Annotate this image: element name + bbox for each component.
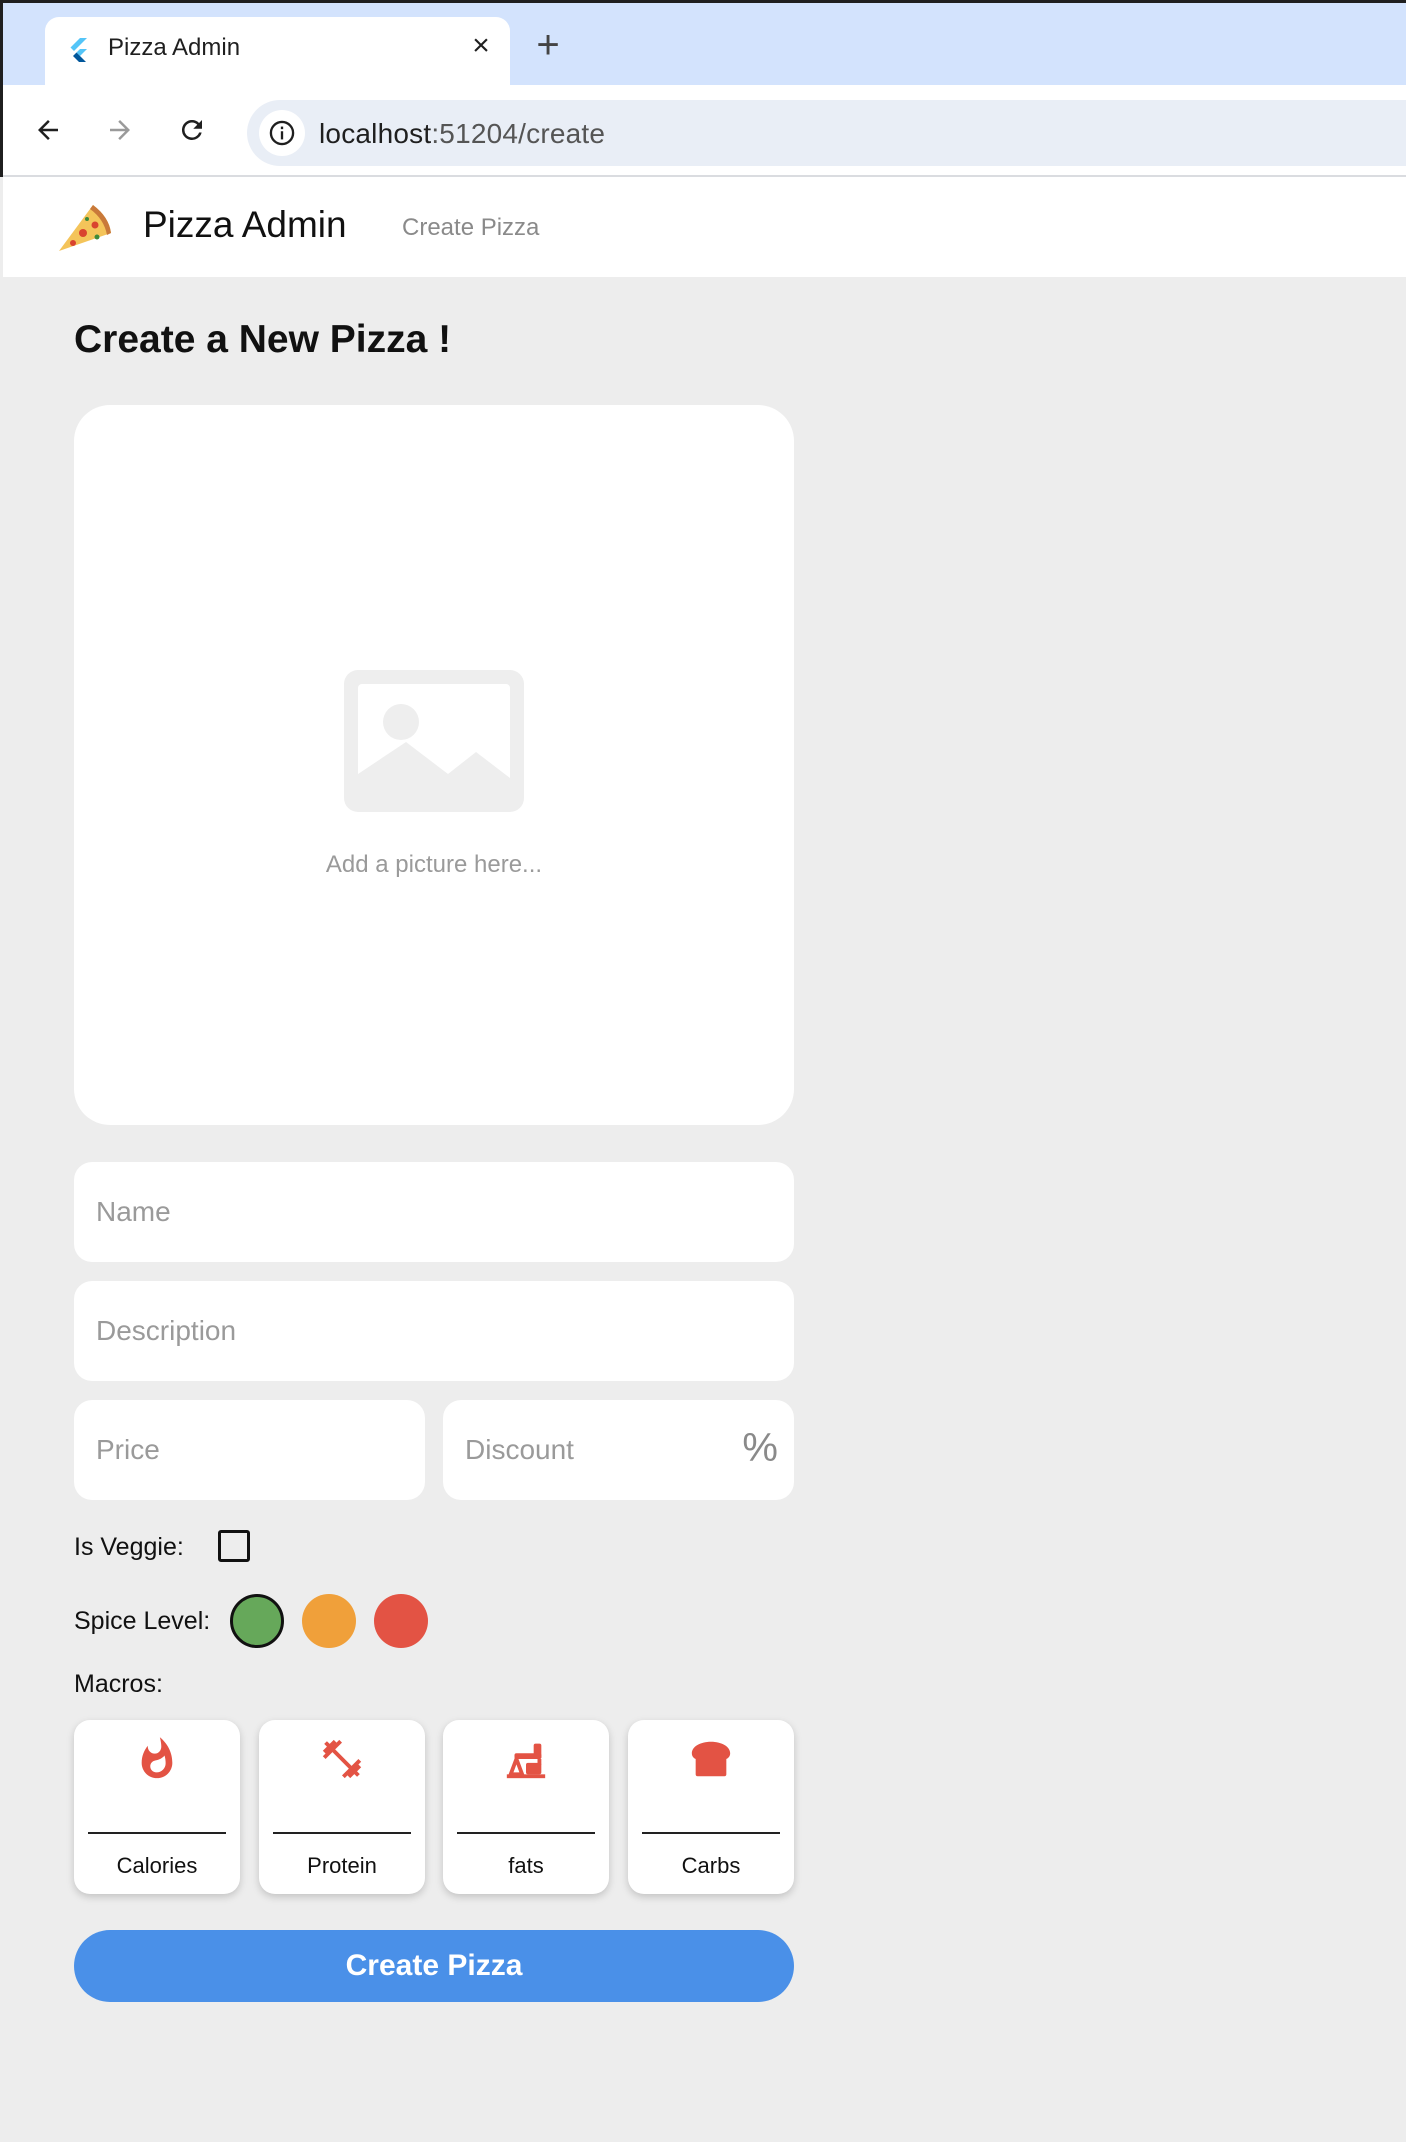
browser-tab[interactable]: Pizza Admin × (45, 17, 510, 85)
name-field-container (74, 1162, 794, 1262)
image-hint: Add a picture here... (325, 851, 543, 878)
price-field-container (74, 1400, 425, 1500)
back-arrow-icon[interactable] (25, 107, 71, 153)
tab-title: Pizza Admin (108, 34, 241, 61)
calories-input-line[interactable] (88, 1832, 226, 1834)
forward-arrow-icon[interactable] (97, 107, 143, 153)
macro-card-calories[interactable]: Calories (74, 1720, 240, 1894)
bread-icon (691, 1741, 731, 1777)
info-icon[interactable] (259, 110, 305, 156)
reload-icon[interactable] (169, 107, 215, 153)
spice-mild-option[interactable] (230, 1594, 284, 1648)
browser-chrome: Pizza Admin × + localhost:51204/create (0, 0, 1406, 177)
tab-strip: Pizza Admin × + (3, 3, 1406, 85)
flutter-icon (70, 38, 87, 62)
image-upload-area[interactable]: Add a picture here... (74, 405, 794, 1125)
close-tab-icon[interactable]: × (466, 31, 496, 61)
name-input[interactable] (74, 1162, 794, 1262)
app-bar: Pizza Admin Create Pizza (3, 177, 1406, 277)
carbs-input-line[interactable] (642, 1832, 780, 1834)
page-title: Create a New Pizza ! (74, 318, 452, 361)
browser-toolbar: localhost:51204/create (3, 85, 1406, 177)
pizza-logo-icon (59, 205, 111, 251)
macros-label: Macros: (74, 1670, 163, 1698)
spice-hot-option[interactable] (374, 1594, 428, 1648)
nav-link-create-pizza[interactable]: Create Pizza (402, 214, 539, 242)
description-field-container (74, 1281, 794, 1381)
macro-card-fats[interactable]: fats (443, 1720, 609, 1894)
image-placeholder-icon (344, 670, 524, 812)
macro-label: Protein (307, 1853, 377, 1878)
percent-suffix: % (742, 1426, 778, 1470)
price-input[interactable] (74, 1400, 425, 1500)
veggie-label: Is Veggie: (74, 1533, 184, 1561)
veggie-checkbox[interactable] (218, 1530, 250, 1562)
create-pizza-button[interactable]: Create Pizza (74, 1930, 794, 2002)
fire-icon (141, 1737, 173, 1779)
dumbbell-icon (322, 1739, 362, 1779)
macro-label: Carbs (681, 1853, 741, 1878)
spice-medium-option[interactable] (302, 1594, 356, 1648)
macro-card-carbs[interactable]: Carbs (628, 1720, 794, 1894)
protein-input-line[interactable] (273, 1832, 411, 1834)
discount-input[interactable] (443, 1400, 794, 1500)
url-text: localhost:51204/create (319, 118, 605, 150)
macro-label: fats (508, 1853, 544, 1878)
oil-pump-icon (506, 1743, 546, 1779)
description-input[interactable] (74, 1281, 794, 1381)
url-host: localhost (319, 118, 432, 149)
new-tab-icon[interactable]: + (531, 25, 565, 65)
macro-card-protein[interactable]: Protein (259, 1720, 425, 1894)
fats-input-line[interactable] (457, 1832, 595, 1834)
url-path: :51204/create (431, 118, 606, 149)
spice-level-label: Spice Level: (74, 1607, 211, 1635)
macro-label: Calories (116, 1853, 198, 1878)
app-title: Pizza Admin (143, 204, 347, 245)
discount-field-container: % (443, 1400, 794, 1500)
address-bar[interactable]: localhost:51204/create (247, 100, 1406, 166)
